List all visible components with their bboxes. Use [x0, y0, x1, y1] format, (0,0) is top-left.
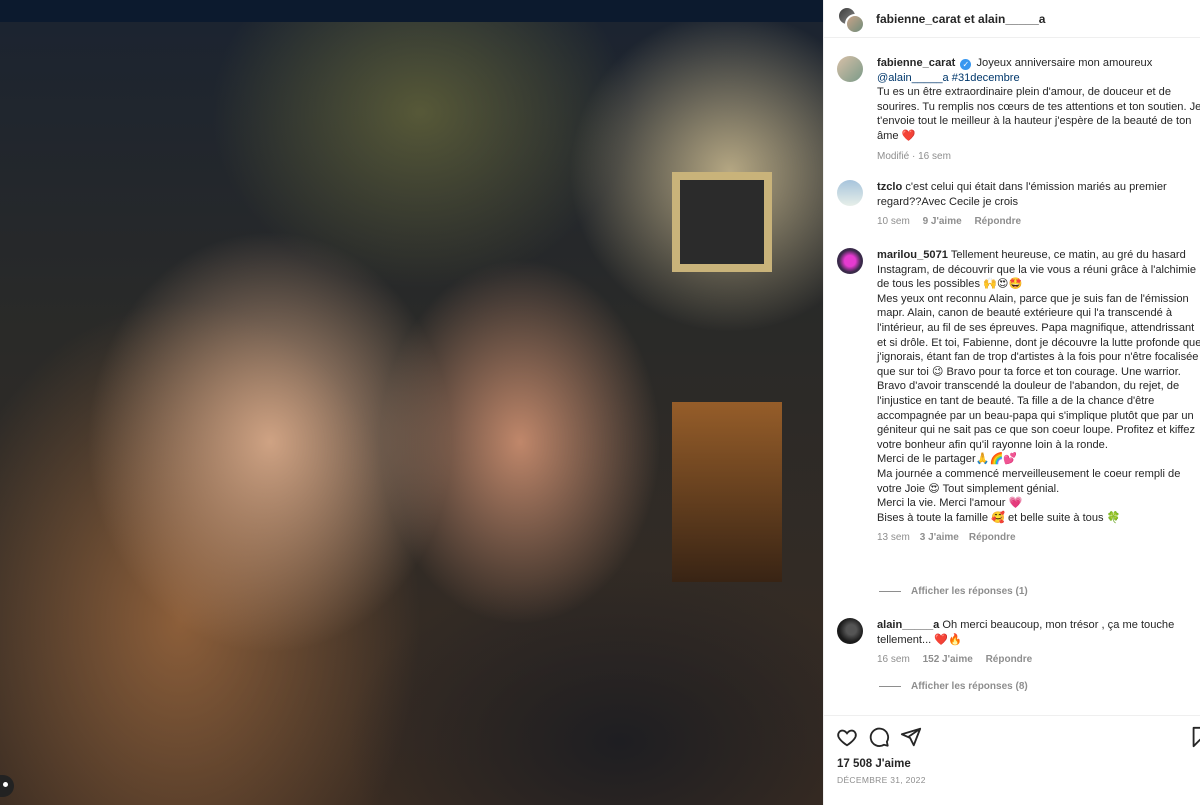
post-authors[interactable]: fabienne_carat et alain_____a: [876, 12, 1045, 26]
comment-likes[interactable]: 152 J'aime: [923, 654, 973, 665]
avatar[interactable]: [837, 56, 863, 82]
view-replies-label: Afficher les réponses (8): [911, 681, 1028, 692]
post-photo[interactable]: [0, 0, 823, 805]
comment-time: 13 sem: [877, 532, 910, 544]
comment-text: Tellement heureuse, ce matin, au gré du …: [877, 249, 1200, 524]
comment-text: c'est celui qui était dans l'émission ma…: [877, 181, 1167, 208]
verified-badge-icon: ✓: [960, 59, 972, 70]
caption-body: fabienne_carat ✓ Joyeux anniversaire mon…: [877, 56, 1200, 164]
comment-body: alain_____a Oh merci beaucoup, mon tréso…: [877, 618, 1200, 668]
share-icon[interactable]: [900, 726, 922, 748]
reply-button[interactable]: Répondre: [986, 654, 1033, 665]
view-replies-label: Afficher les réponses (1): [911, 586, 1028, 597]
comment-time: 16 sem: [877, 654, 910, 666]
comment-username[interactable]: alain_____a: [877, 619, 939, 631]
view-replies-button[interactable]: Afficher les réponses (1): [879, 586, 1028, 597]
comment-icon[interactable]: [868, 726, 890, 748]
comment-body: tzclo c'est celui qui était dans l'émiss…: [877, 180, 1200, 230]
comment-username[interactable]: marilou_5071: [877, 249, 948, 261]
avatar[interactable]: [837, 618, 863, 644]
comment-likes[interactable]: 9 J'aime: [923, 216, 962, 227]
view-replies-button[interactable]: Afficher les réponses (8): [879, 681, 1028, 692]
caption-text: Tu es un être extraordinaire plein d'amo…: [877, 86, 1200, 142]
photo-door: [672, 402, 782, 582]
reply-button[interactable]: Répondre: [969, 532, 1016, 543]
caption-mention[interactable]: @alain_____a #31decembre: [877, 72, 1020, 84]
action-bar: [824, 715, 1200, 755]
heart-icon[interactable]: [836, 726, 858, 748]
post-date: DÉCEMBRE 31, 2022: [837, 775, 926, 785]
photo-top-bar: [0, 0, 823, 22]
comment-username[interactable]: tzclo: [877, 181, 902, 193]
comment-time: 10 sem: [877, 216, 910, 228]
bookmark-icon[interactable]: [1189, 726, 1200, 748]
avatar: [845, 14, 865, 34]
caption-meta: Modifié · 16 sem: [877, 150, 951, 162]
comments-list: fabienne_carat ✓ Joyeux anniversaire mon…: [824, 38, 1200, 710]
photo-window: [672, 172, 772, 272]
collab-avatars[interactable]: [837, 6, 865, 34]
caption-username[interactable]: fabienne_carat: [877, 57, 955, 69]
avatar[interactable]: [837, 180, 863, 206]
divider: [879, 685, 901, 687]
reply-button[interactable]: Répondre: [974, 216, 1021, 227]
avatar[interactable]: [837, 248, 863, 274]
photo-neon-sign: [653, 38, 823, 155]
photo-image: [0, 22, 823, 805]
divider: [879, 590, 901, 592]
post-side-panel: fabienne_carat et alain_____a fabienne_c…: [823, 0, 1200, 805]
comment-body: marilou_5071 Tellement heureuse, ce mati…: [877, 248, 1200, 546]
comment-likes[interactable]: 3 J'aime: [920, 532, 959, 543]
caption-text-intro: Joyeux anniversaire mon amoureux: [976, 57, 1153, 69]
post-header: fabienne_carat et alain_____a: [824, 0, 1200, 38]
likes-count[interactable]: 17 508 J'aime: [837, 758, 911, 770]
